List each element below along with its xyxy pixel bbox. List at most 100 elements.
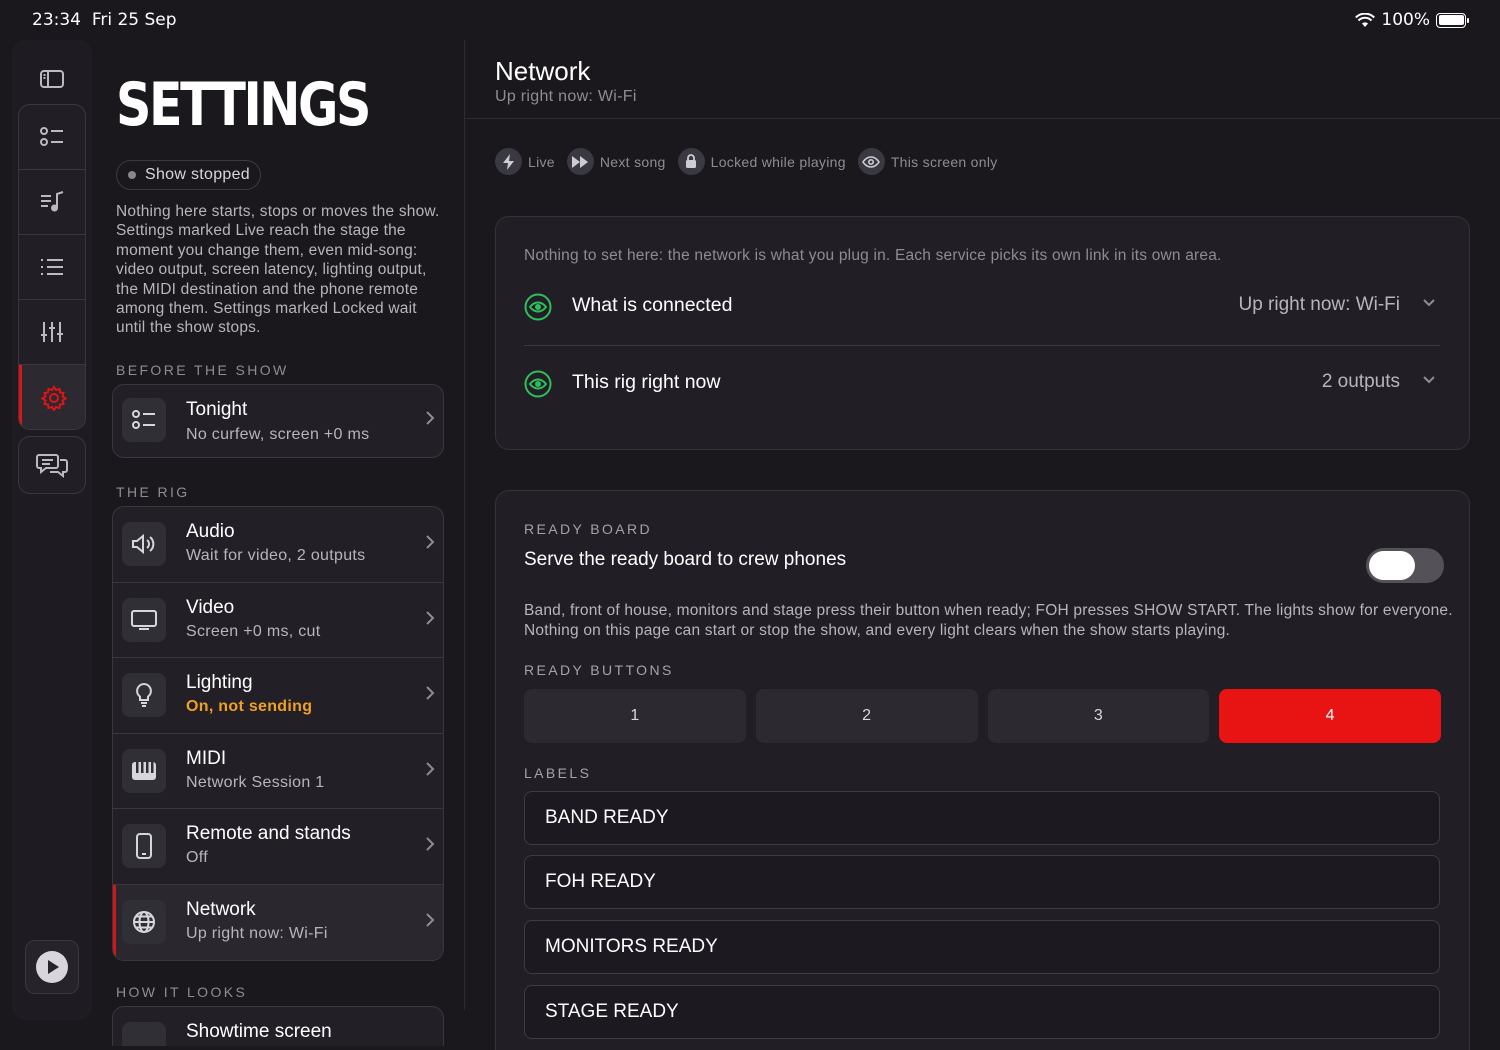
- ready-buttons-segmented: 1 2 3 4: [524, 689, 1441, 743]
- piano-icon: [122, 748, 166, 793]
- settings-card-looks: Showtime screen: [112, 1006, 444, 1046]
- status-bar: 23:34 Fri 25 Sep 100%: [0, 0, 1500, 40]
- label-field-1[interactable]: BAND READY: [524, 791, 1440, 845]
- item-subtitle: No curfew, screen +0 ms: [186, 426, 370, 443]
- item-title: Lighting: [186, 672, 253, 693]
- battery-icon: [1436, 12, 1469, 28]
- sidebar-toggle-button[interactable]: [18, 48, 86, 110]
- phone-icon: [122, 824, 166, 868]
- row-label: This rig right now: [572, 371, 721, 393]
- nav-mixer-button[interactable]: [19, 300, 85, 365]
- nav-list-button[interactable]: [19, 235, 85, 300]
- item-subtitle-warning: On, not sending: [186, 698, 313, 715]
- item-subtitle: Wait for video, 2 outputs: [186, 547, 366, 564]
- gear-icon: [40, 384, 67, 411]
- ready-board-toggle-label: Serve the ready board to crew phones: [524, 549, 847, 570]
- ready-board-caption: READY BOARD: [524, 521, 653, 537]
- eye-icon: [524, 293, 552, 321]
- row-label: What is connected: [572, 294, 733, 316]
- chevron-right-icon: [425, 836, 435, 857]
- detail-header: Network Up right now: Wi-Fi: [465, 40, 1500, 119]
- item-title: Remote and stands: [186, 823, 351, 844]
- chevron-right-icon: [425, 912, 435, 933]
- page-subtitle: Up right now: Wi-Fi: [495, 88, 637, 105]
- section-the-rig: THE RIG: [116, 484, 190, 500]
- settings-item-remote[interactable]: Remote and stands Off: [113, 809, 443, 885]
- labels-caption: LABELS: [524, 765, 592, 781]
- page-title: Network: [495, 56, 591, 86]
- settings-item-network[interactable]: Network Up right now: Wi-Fi: [113, 884, 443, 960]
- checklist-icon: [122, 398, 166, 442]
- chevron-right-icon: [425, 610, 435, 631]
- chevron-right-icon: [425, 534, 435, 555]
- sliders-icon: [41, 322, 63, 342]
- settings-card-rig: Audio Wait for video, 2 outputs Video Sc…: [112, 506, 444, 961]
- detail-pane: Network Up right now: Wi-Fi Live Next so…: [465, 40, 1500, 1050]
- item-title: Tonight: [186, 399, 248, 420]
- settings-item-audio[interactable]: Audio Wait for video, 2 outputs: [113, 507, 443, 583]
- item-title: Showtime screen: [186, 1021, 332, 1042]
- label-field-2[interactable]: FOH READY: [524, 855, 1440, 909]
- network-row-rig[interactable]: This rig right now 2 outputs: [524, 346, 1440, 422]
- nav-checklist-button[interactable]: [19, 105, 85, 170]
- chevron-right-icon: [425, 410, 435, 431]
- ready-board-panel: READY BOARD Serve the ready board to cre…: [495, 490, 1470, 1050]
- ready-buttons-option-1[interactable]: 1: [524, 689, 746, 743]
- forward-icon: [566, 148, 594, 175]
- nav-group: [18, 104, 86, 430]
- label-field-3[interactable]: MONITORS READY: [524, 920, 1440, 974]
- eye-icon: [857, 148, 885, 175]
- row-value: Up right now: Wi-Fi: [1238, 294, 1400, 315]
- label-field-4[interactable]: STAGE READY: [524, 985, 1440, 1039]
- nav-chat-button[interactable]: [18, 436, 86, 494]
- item-subtitle: Screen +0 ms, cut: [186, 622, 321, 640]
- bolt-icon: [495, 148, 522, 175]
- chevron-right-icon: [425, 685, 435, 706]
- row-value: 2 outputs: [1321, 371, 1400, 392]
- item-title: Video: [186, 596, 235, 618]
- eye-icon: [524, 370, 552, 398]
- network-row-connected[interactable]: What is connected Up right now: Wi-Fi: [524, 269, 1440, 345]
- ready-buttons-option-4[interactable]: 4: [1219, 689, 1441, 743]
- section-how-it-looks: HOW IT LOOKS: [116, 984, 248, 1000]
- play-icon: [36, 951, 68, 983]
- settings-item-showtime-screen[interactable]: Showtime screen: [113, 1007, 443, 1046]
- lightbulb-icon: [122, 673, 166, 717]
- status-time: 23:34 Fri 25 Sep: [32, 10, 177, 30]
- ready-buttons-option-2[interactable]: 2: [755, 689, 978, 743]
- settings-title: SETTINGS: [116, 70, 371, 140]
- settings-item-midi[interactable]: MIDI Network Session 1: [113, 734, 443, 809]
- screen-icon: [122, 1022, 166, 1046]
- item-subtitle: Network Session 1: [186, 773, 325, 791]
- ready-board-toggle[interactable]: [1366, 548, 1444, 583]
- play-button[interactable]: [25, 940, 79, 994]
- ready-buttons-caption: READY BUTTONS: [524, 662, 674, 678]
- chat-icon: [36, 454, 68, 478]
- legend-locked: Locked while playing: [677, 148, 846, 175]
- lock-icon: [677, 148, 705, 175]
- network-panel: Nothing to set here: the network is what…: [495, 216, 1470, 450]
- settings-sidebar: SETTINGS Show stopped Nothing here start…: [92, 40, 464, 1046]
- ready-buttons-option-3[interactable]: 3: [987, 689, 1210, 743]
- legend-this-screen: This screen only: [857, 148, 998, 175]
- nav-settings-button[interactable]: [19, 365, 85, 429]
- legend-live: Live: [495, 148, 555, 175]
- status-right: 100%: [1355, 10, 1469, 30]
- music-list-icon: [41, 191, 64, 212]
- wifi-icon: [1355, 12, 1376, 27]
- monitor-icon: [122, 597, 166, 642]
- settings-intro: Nothing here starts, stops or moves the …: [116, 203, 440, 337]
- settings-legend: Live Next song Locked while playing This…: [495, 148, 998, 175]
- chevron-down-icon: [1422, 295, 1436, 313]
- item-title: Audio: [186, 521, 235, 542]
- settings-item-lighting[interactable]: Lighting On, not sending: [113, 658, 443, 734]
- nav-songs-button[interactable]: [19, 170, 85, 235]
- ready-board-description: Band, front of house, monitors and stage…: [524, 602, 1453, 639]
- item-subtitle: Off: [186, 849, 208, 866]
- list-icon: [41, 259, 63, 275]
- chevron-down-icon: [1422, 372, 1436, 390]
- settings-item-tonight[interactable]: Tonight No curfew, screen +0 ms: [113, 385, 443, 457]
- chevron-right-icon: [425, 761, 435, 782]
- toggle-knob: [1369, 551, 1415, 580]
- settings-item-video[interactable]: Video Screen +0 ms, cut: [113, 583, 443, 658]
